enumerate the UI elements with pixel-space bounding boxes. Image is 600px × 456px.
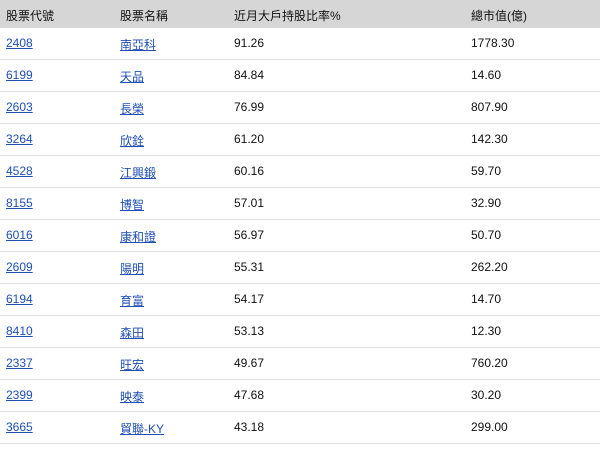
stock-code-link[interactable]: 6194 <box>6 292 33 306</box>
market-cap: 32.90 <box>471 196 502 210</box>
stock-name-link[interactable]: 貿聯-KY <box>120 420 164 437</box>
header-stock-code: 股票代號 <box>6 9 55 23</box>
table-row: 2337 旺宏 49.67 760.20 <box>0 348 600 380</box>
stock-code-link[interactable]: 8155 <box>6 196 33 210</box>
stock-name-link[interactable]: 江興鍛 <box>120 164 156 181</box>
table-row: 6016 康和證 56.97 50.70 <box>0 220 600 252</box>
market-cap: 50.70 <box>471 228 502 242</box>
stock-code-link[interactable]: 2609 <box>6 260 33 274</box>
market-cap: 59.70 <box>471 164 502 178</box>
table-row: 8155 博智 57.01 32.90 <box>0 188 600 220</box>
major-holder-ratio: 47.68 <box>234 388 265 402</box>
major-holder-ratio: 60.16 <box>234 164 265 178</box>
header-market-cap: 總市值(億) <box>471 9 527 23</box>
stock-name-link[interactable]: 欣銓 <box>120 132 144 149</box>
table-row: 2399 映泰 47.68 30.20 <box>0 380 600 412</box>
major-holder-ratio: 49.67 <box>234 356 265 370</box>
market-cap: 14.70 <box>471 292 502 306</box>
market-cap: 12.30 <box>471 324 502 338</box>
market-cap: 807.90 <box>471 100 508 114</box>
major-holder-ratio: 54.17 <box>234 292 265 306</box>
stock-name-link[interactable]: 長榮 <box>120 100 144 117</box>
stock-name-link[interactable]: 森田 <box>120 324 144 341</box>
major-holder-ratio: 61.20 <box>234 132 265 146</box>
market-cap: 14.60 <box>471 68 502 82</box>
major-holder-ratio: 57.01 <box>234 196 265 210</box>
stock-code-link[interactable]: 2337 <box>6 356 33 370</box>
stock-code-link[interactable]: 3264 <box>6 132 33 146</box>
stock-name-link[interactable]: 育富 <box>120 292 144 309</box>
market-cap: 142.30 <box>471 132 508 146</box>
table-header: 股票代號 股票名稱 近月大戶持股比率% 總市值(億) <box>0 0 600 28</box>
market-cap: 262.20 <box>471 260 508 274</box>
stock-name-link[interactable]: 康和證 <box>120 228 156 245</box>
stock-code-link[interactable]: 6016 <box>6 228 33 242</box>
stock-code-link[interactable]: 6199 <box>6 68 33 82</box>
header-major-holder-ratio: 近月大戶持股比率% <box>234 9 341 23</box>
stock-name-link[interactable]: 映泰 <box>120 388 144 405</box>
table-row: 2609 陽明 55.31 262.20 <box>0 252 600 284</box>
table-row: 8410 森田 53.13 12.30 <box>0 316 600 348</box>
major-holder-ratio: 55.31 <box>234 260 265 274</box>
stock-code-link[interactable]: 4528 <box>6 164 33 178</box>
stock-name-link[interactable]: 旺宏 <box>120 356 144 373</box>
stock-name-link[interactable]: 博智 <box>120 196 144 213</box>
major-holder-ratio: 56.97 <box>234 228 265 242</box>
table-row: 3665 貿聯-KY 43.18 299.00 <box>0 412 600 444</box>
stock-name-link[interactable]: 天品 <box>120 68 144 85</box>
table-row: 6199 天品 84.84 14.60 <box>0 60 600 92</box>
market-cap: 299.00 <box>471 420 508 434</box>
table-row: 6194 育富 54.17 14.70 <box>0 284 600 316</box>
header-stock-name: 股票名稱 <box>120 9 169 23</box>
stock-code-link[interactable]: 8410 <box>6 324 33 338</box>
stock-code-link[interactable]: 3665 <box>6 420 33 434</box>
stock-code-link[interactable]: 2603 <box>6 100 33 114</box>
major-holder-ratio: 91.26 <box>234 36 265 50</box>
table-row: 3264 欣銓 61.20 142.30 <box>0 124 600 156</box>
market-cap: 1778.30 <box>471 36 515 50</box>
table-row: 2408 南亞科 91.26 1778.30 <box>0 28 600 60</box>
major-holder-ratio: 53.13 <box>234 324 265 338</box>
market-cap: 760.20 <box>471 356 508 370</box>
table-row: 2603 長榮 76.99 807.90 <box>0 92 600 124</box>
market-cap: 30.20 <box>471 388 502 402</box>
stock-name-link[interactable]: 陽明 <box>120 260 144 277</box>
stock-name-link[interactable]: 南亞科 <box>120 36 156 53</box>
stock-code-link[interactable]: 2399 <box>6 388 33 402</box>
stock-code-link[interactable]: 2408 <box>6 36 33 50</box>
stock-table: 股票代號 股票名稱 近月大戶持股比率% 總市值(億) 2408 南亞科 91.2… <box>0 0 600 456</box>
major-holder-ratio: 76.99 <box>234 100 265 114</box>
major-holder-ratio: 43.18 <box>234 420 265 434</box>
major-holder-ratio: 84.84 <box>234 68 265 82</box>
table-row: 4528 江興鍛 60.16 59.70 <box>0 156 600 188</box>
